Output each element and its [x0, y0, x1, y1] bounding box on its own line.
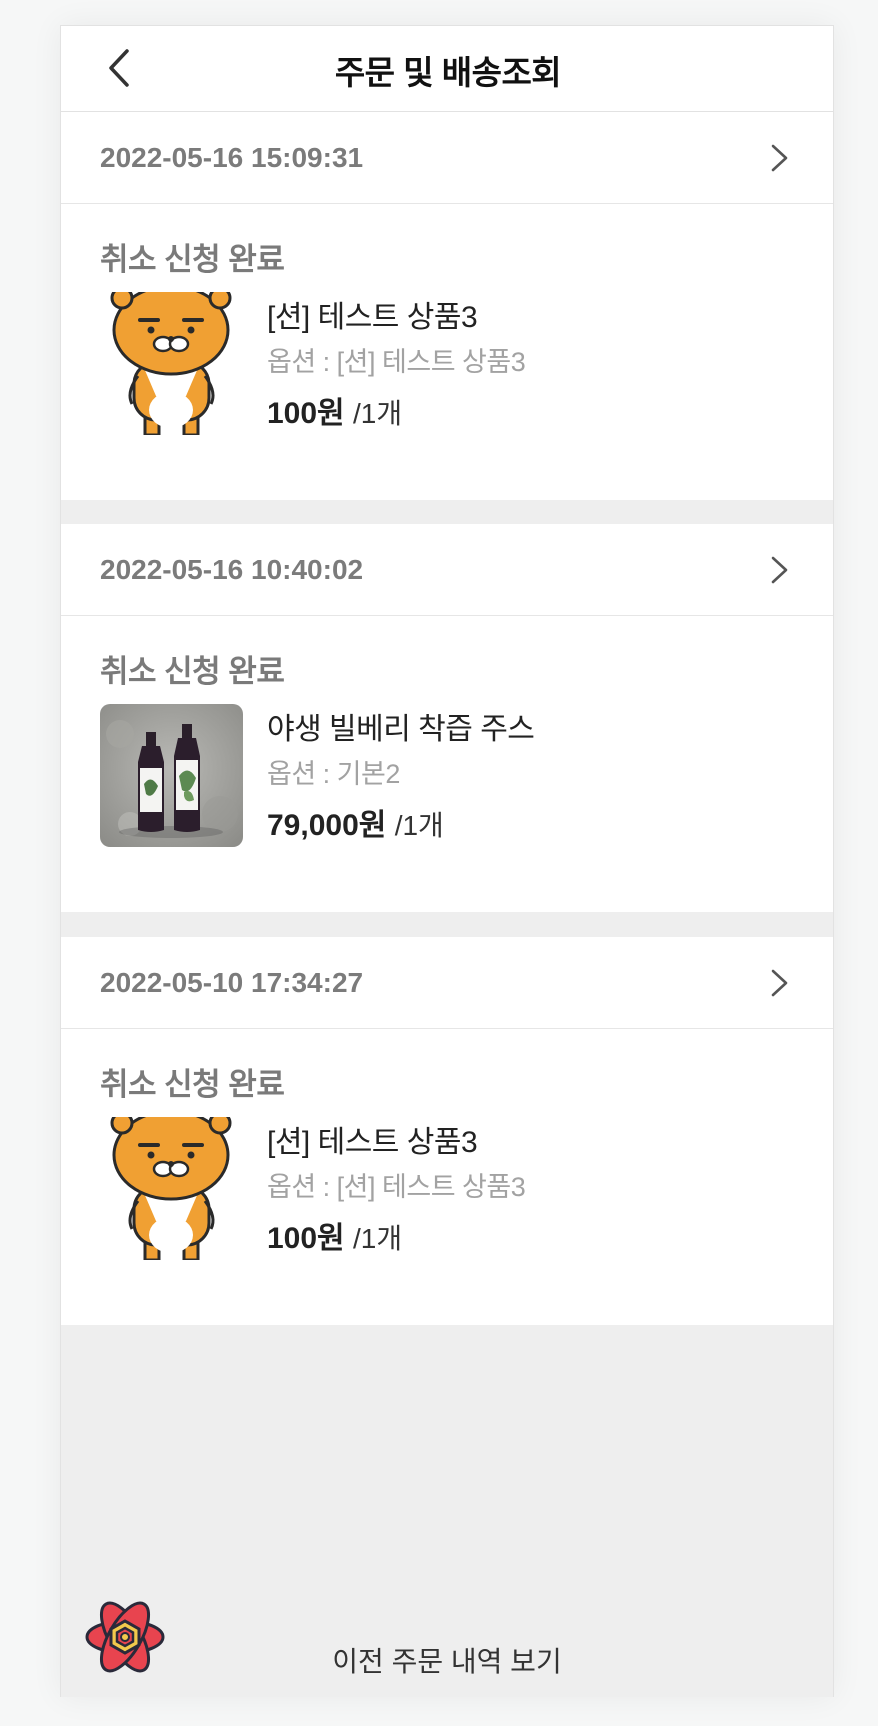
product-thumbnail[interactable]	[100, 292, 243, 435]
app-screen: 주문 및 배송조회 2022-05-16 15:09:31 취소 신청 완료 […	[60, 25, 834, 1697]
product-quantity: /1개	[353, 1223, 403, 1254]
order-status: 취소 신청 완료	[100, 654, 285, 689]
order-date: 2022-05-16 10:40:02	[100, 554, 364, 585]
previous-orders-link[interactable]: 이전 주문 내역 보기	[61, 1640, 833, 1680]
product-quantity: /1개	[394, 810, 444, 841]
product-price: 79,000원	[267, 809, 387, 842]
product-thumbnail[interactable]	[100, 1117, 243, 1260]
order-status: 취소 신청 완료	[100, 242, 285, 277]
order-status: 취소 신청 완료	[100, 1067, 285, 1102]
product-price: 100원	[267, 397, 345, 430]
juice-bottles-image	[100, 704, 243, 847]
app-header: 주문 및 배송조회	[61, 25, 833, 112]
order-date: 2022-05-10 17:34:27	[100, 967, 364, 998]
order-card: 2022-05-10 17:34:27 취소 신청 완료 [션] 테스트 상품3…	[61, 937, 833, 1325]
product-quantity: /1개	[353, 398, 403, 429]
order-header-link[interactable]: 2022-05-16 15:09:31	[61, 112, 833, 204]
product-price: 100원	[267, 1222, 345, 1255]
order-body: 취소 신청 완료	[61, 1029, 833, 1325]
order-card: 2022-05-16 10:40:02 취소 신청 완료 야생 빌베리 착즙 주…	[61, 524, 833, 912]
character-thumbnail-image	[100, 1117, 243, 1260]
character-thumbnail-image	[100, 292, 243, 435]
product-option: 옵션 : [션] 테스트 상품3	[267, 1172, 526, 1202]
product-name[interactable]: [션] 테스트 상품3	[267, 1117, 478, 1161]
order-header-link[interactable]: 2022-05-16 10:40:02	[61, 524, 833, 616]
chevron-right-icon	[771, 144, 788, 172]
chevron-right-icon	[771, 969, 788, 997]
product-thumbnail[interactable]	[100, 704, 243, 847]
product-option: 옵션 : [션] 테스트 상품3	[267, 347, 526, 377]
order-card: 2022-05-16 15:09:31 취소 신청 완료 [션] 테스트 상품3…	[61, 112, 833, 500]
product-option: 옵션 : 기본2	[267, 759, 400, 789]
page-title: 주문 및 배송조회	[334, 53, 562, 91]
product-price-line: 79,000원 /1개	[267, 800, 444, 844]
product-name[interactable]: [션] 테스트 상품3	[267, 292, 478, 336]
chevron-right-icon	[771, 556, 788, 584]
order-body: 취소 신청 완료	[61, 204, 833, 500]
order-date: 2022-05-16 15:09:31	[100, 142, 364, 173]
product-price-line: 100원 /1개	[267, 1213, 402, 1257]
order-header-link[interactable]: 2022-05-10 17:34:27	[61, 937, 833, 1029]
product-price-line: 100원 /1개	[267, 388, 402, 432]
order-body: 취소 신청 완료	[61, 616, 833, 912]
product-name[interactable]: 야생 빌베리 착즙 주스	[267, 704, 535, 748]
